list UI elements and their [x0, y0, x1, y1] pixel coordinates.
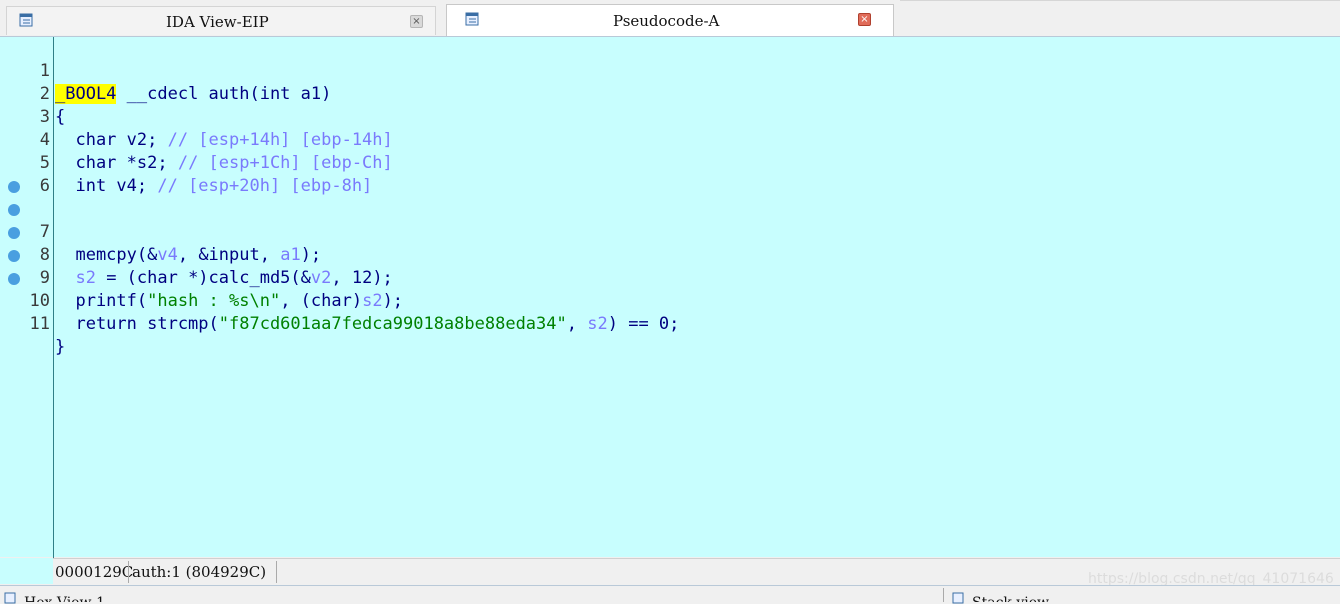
pseudocode-view-icon: [465, 12, 479, 26]
tab-bar: IDA View-EIP × Pseudocode-A ×: [0, 0, 1340, 37]
close-icon[interactable]: ×: [410, 15, 423, 28]
line-number: 11: [29, 314, 50, 334]
status-address: 0000129C: [55, 563, 134, 581]
tab-hex-view[interactable]: Hex View-1: [24, 592, 105, 602]
status-divider: [276, 561, 277, 583]
string-literal: "hash : %s\n": [147, 291, 281, 311]
code-line[interactable]: 8 s2 = (char *)calc_md5(&v2, 12);: [0, 198, 1340, 288]
code-line[interactable]: 4 char *s2; // [esp+1Ch] [ebp-Ch]: [0, 106, 1340, 173]
code-line[interactable]: 3 char v2; // [esp+14h] [ebp-14h]: [0, 83, 1340, 150]
pseudocode-editor[interactable]: 1 _BOOL4 __cdecl auth(int a1) 2 { 3 char…: [0, 37, 1340, 587]
status-location: auth:1 (804929C): [132, 563, 267, 581]
breakpoint-dot-icon[interactable]: [8, 181, 20, 193]
disassembly-view-icon: [19, 13, 33, 27]
tab-label: Pseudocode-A: [613, 12, 720, 30]
code-fragment: ,: [566, 314, 588, 334]
tab-stack-view[interactable]: Stack view: [972, 592, 1049, 602]
variable: s2: [587, 314, 608, 334]
tab-bar-edge: [900, 0, 1340, 5]
stack-view-icon: [952, 592, 964, 604]
code-fragment: ) == 0;: [607, 314, 680, 334]
breakpoint-dot-icon[interactable]: [8, 273, 20, 285]
gutter-stub: [0, 558, 53, 584]
code-line[interactable]: 11 }: [0, 267, 1340, 357]
breakpoint-dot-icon[interactable]: [8, 204, 20, 216]
code-text: printf("hash : %s\n", (char)s2);: [55, 290, 403, 313]
breakpoint-dot-icon[interactable]: [8, 227, 20, 239]
code-line[interactable]: 1 _BOOL4 __cdecl auth(int a1): [0, 37, 1340, 104]
variable: s2: [362, 291, 383, 311]
code-line[interactable]: 6: [0, 152, 1340, 196]
bottom-panels: Hex View-1 Stack view: [0, 585, 1340, 604]
breakpoint-dot-icon[interactable]: [8, 250, 20, 262]
code-line[interactable]: 7 memcpy(&v4, &input, a1);: [0, 175, 1340, 265]
hex-view-icon: [4, 592, 16, 604]
code-text: return strcmp("f87cd601aa7fedca99018a8be…: [55, 313, 679, 336]
code-line[interactable]: 9 printf("hash : %s\n", (char)s2);: [0, 221, 1340, 311]
tab-pseudocode-a[interactable]: Pseudocode-A ×: [446, 4, 894, 36]
tab-label: IDA View-EIP: [166, 13, 269, 31]
code-fragment: printf(: [55, 291, 148, 311]
code-fragment: , (char): [280, 291, 363, 311]
string-literal: "f87cd601aa7fedca99018a8be88eda34": [218, 314, 567, 334]
code-line[interactable]: 2 {: [0, 60, 1340, 127]
code-text: }: [55, 337, 66, 357]
close-icon[interactable]: ×: [858, 13, 871, 26]
code-line[interactable]: 10 return strcmp("f87cd601aa7fedca99018a…: [0, 244, 1340, 334]
tab-ida-view-eip[interactable]: IDA View-EIP ×: [6, 6, 436, 35]
code-line[interactable]: 5 int v4; // [esp+20h] [ebp-8h]: [0, 129, 1340, 196]
code-fragment: );: [382, 291, 404, 311]
code-fragment: return strcmp(: [55, 314, 219, 334]
status-divider: [128, 561, 129, 583]
